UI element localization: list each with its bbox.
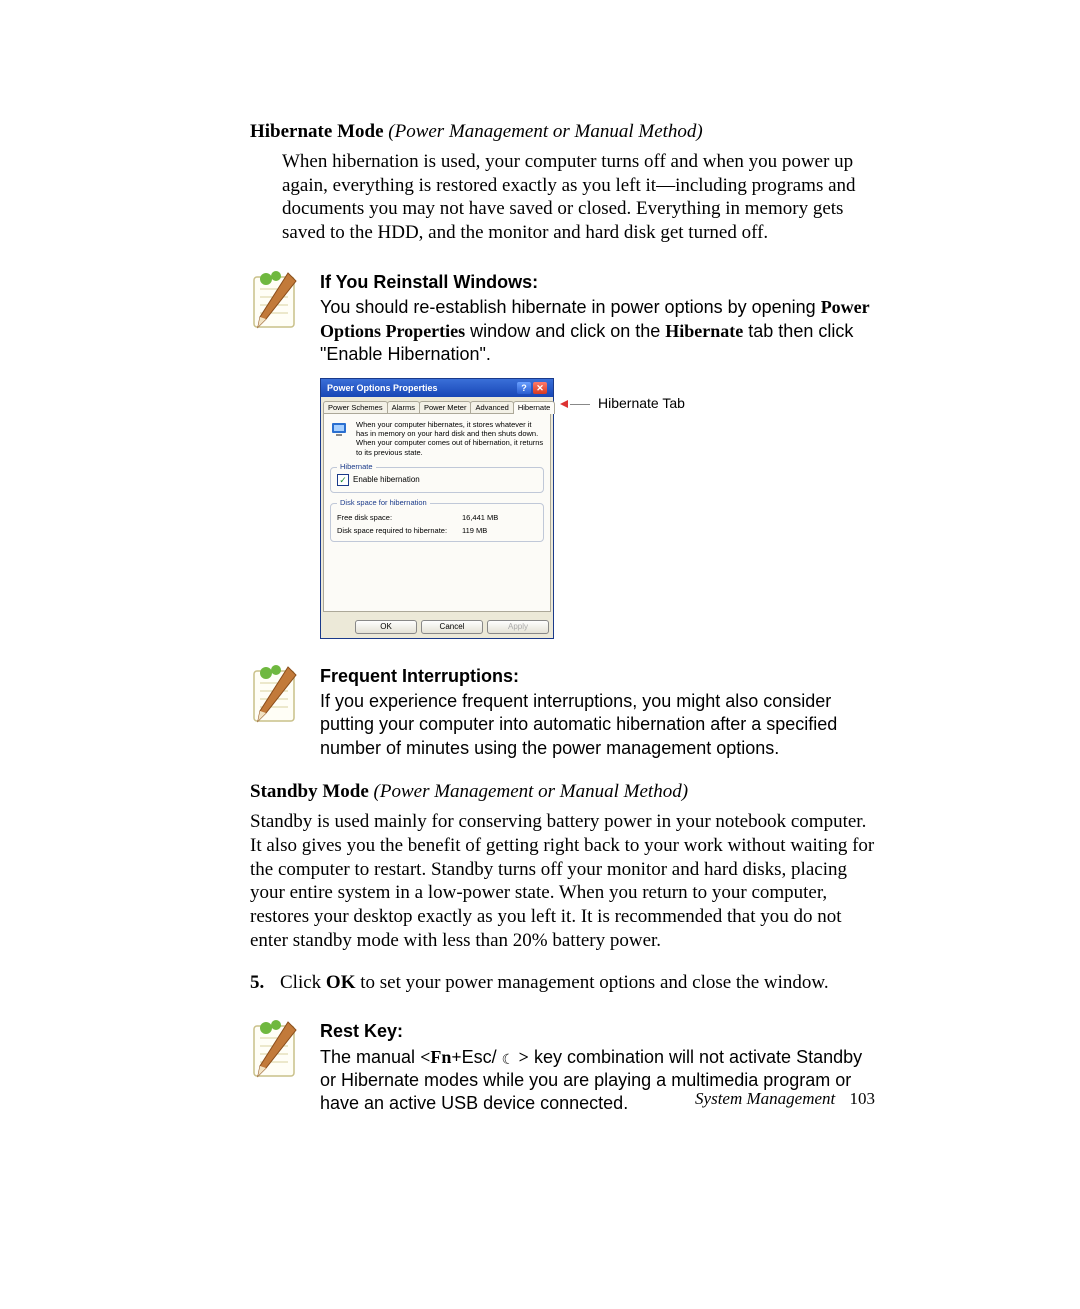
req-disk-value: 119 MB (462, 526, 487, 535)
diskspace-group: Disk space for hibernation Free disk spa… (330, 503, 544, 542)
note-reinstall-text: You should re-establish hibernate in pow… (320, 296, 875, 366)
moon-icon: ☾ (502, 1051, 515, 1067)
hibernate-heading: Hibernate Mode (Power Management or Manu… (250, 120, 875, 144)
standby-heading: Standby Mode (Power Management or Manual… (250, 780, 875, 804)
tab-hibernate[interactable]: Hibernate (513, 401, 556, 413)
dialog-desc: When your computer hibernates, it stores… (356, 420, 544, 458)
footer-page-number: 103 (850, 1089, 876, 1108)
hibernate-group-legend: Hibernate (337, 462, 376, 471)
free-disk-value: 16,441 MB (462, 513, 498, 522)
ok-button[interactable]: OK (355, 620, 417, 634)
footer-section: System Management (695, 1089, 835, 1108)
dialog-buttons: OK Cancel Apply (321, 616, 553, 638)
dialog-figure: Power Options Properties ? ✕ Power Schem… (320, 378, 875, 638)
power-options-dialog: Power Options Properties ? ✕ Power Schem… (320, 378, 554, 638)
req-disk-label: Disk space required to hibernate: (337, 526, 452, 535)
help-icon[interactable]: ? (517, 382, 531, 394)
notepad-icon (250, 665, 308, 734)
step-number: 5. (250, 971, 280, 995)
step-5: 5. Click OK to set your power management… (250, 971, 875, 995)
hibernate-group: Hibernate ✓ Enable hibernation (330, 467, 544, 493)
tab-panel: When your computer hibernates, it stores… (323, 413, 551, 612)
close-icon[interactable]: ✕ (533, 382, 547, 394)
hibernate-subtitle: (Power Management or Manual Method) (388, 121, 703, 142)
hibernate-body: When hibernation is used, your computer … (282, 150, 875, 245)
free-disk-label: Free disk space: (337, 513, 452, 522)
enable-hibernation-checkbox[interactable]: ✓ Enable hibernation (337, 474, 537, 486)
cancel-button[interactable]: Cancel (421, 620, 483, 634)
page-footer: System Management 103 (695, 1088, 875, 1109)
notepad-icon (250, 1020, 308, 1089)
dialog-titlebar: Power Options Properties ? ✕ (321, 379, 553, 397)
dialog-title-text: Power Options Properties (327, 383, 438, 394)
note-frequent-title: Frequent Interruptions: (320, 665, 875, 688)
standby-body: Standby is used mainly for conserving ba… (250, 810, 875, 953)
note-frequent-body: If you experience frequent interruptions… (320, 690, 875, 760)
step-text: Click OK to set your power management op… (280, 971, 829, 995)
callout-connector: Hibernate Tab (554, 395, 685, 413)
note-frequent: Frequent Interruptions: If you experienc… (250, 665, 875, 761)
note-reinstall-title: If You Reinstall Windows: (320, 271, 875, 294)
checkbox-icon: ✓ (337, 474, 349, 486)
standby-subtitle: (Power Management or Manual Method) (374, 781, 689, 802)
tab-strip: Power Schemes Alarms Power Meter Advance… (321, 397, 553, 413)
note-reinstall: If You Reinstall Windows: You should re-… (250, 271, 875, 367)
monitor-icon (330, 420, 350, 443)
standby-title: Standby Mode (250, 781, 369, 802)
notepad-icon (250, 271, 308, 340)
callout-label: Hibernate Tab (598, 395, 685, 413)
note-rest-title: Rest Key: (320, 1020, 875, 1043)
apply-button[interactable]: Apply (487, 620, 549, 634)
hibernate-title: Hibernate Mode (250, 121, 384, 142)
diskspace-group-legend: Disk space for hibernation (337, 498, 430, 507)
enable-hibernation-label: Enable hibernation (353, 475, 420, 485)
